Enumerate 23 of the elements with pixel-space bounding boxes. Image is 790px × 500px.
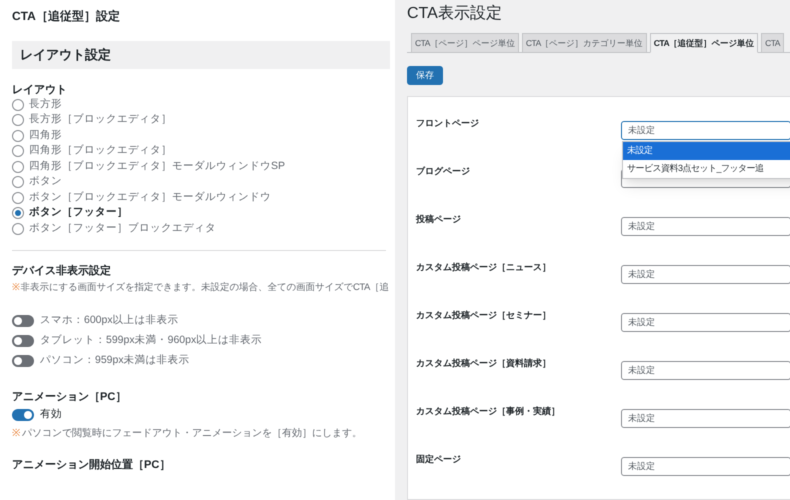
note-mark: ※ — [12, 280, 20, 294]
field-label: カスタム投稿ページ［ニュース］ — [416, 261, 552, 274]
toggle-label: スマホ：600px以上は非表示 — [40, 312, 179, 328]
field-label: カスタム投稿ページ［資料請求］ — [416, 357, 552, 370]
field-label: レイアウト — [12, 83, 68, 97]
toggle-label: 有効 — [40, 406, 62, 422]
section-header: レイアウト設定 — [12, 41, 390, 69]
field-label: アニメーション［PC］ — [12, 390, 128, 404]
field-label: 投稿ページ — [416, 213, 462, 226]
note-text: パソコンで閲覧時にフェードアウト・アニメーションを［有効］にします。 — [22, 426, 362, 440]
field-label: カスタム投稿ページ［事例・実績］ — [416, 405, 561, 418]
field-label: デバイス非表示設定 — [12, 264, 112, 278]
toggle-label: タブレット：599px未満・960px以上は非表示 — [40, 332, 262, 348]
panel-title: CTA［追従型］設定 — [12, 9, 121, 23]
field-label: アニメーション開始位置［PC］ — [12, 458, 172, 472]
field-label: ブログページ — [416, 165, 471, 178]
page-title: CTA表示設定 — [407, 4, 503, 24]
field-label: カスタム投稿ページ［セミナー］ — [416, 309, 552, 322]
field-label: 固定ページ — [416, 453, 462, 466]
note-text: 非表示にする画面サイズを指定できます。未設定の場合、全ての画面サイズでCTA［追 — [20, 280, 389, 294]
toggle-label: パソコン：959px未満は非表示 — [40, 352, 190, 368]
note-mark: ※ — [12, 426, 20, 440]
field-label: フロントページ — [416, 117, 480, 130]
